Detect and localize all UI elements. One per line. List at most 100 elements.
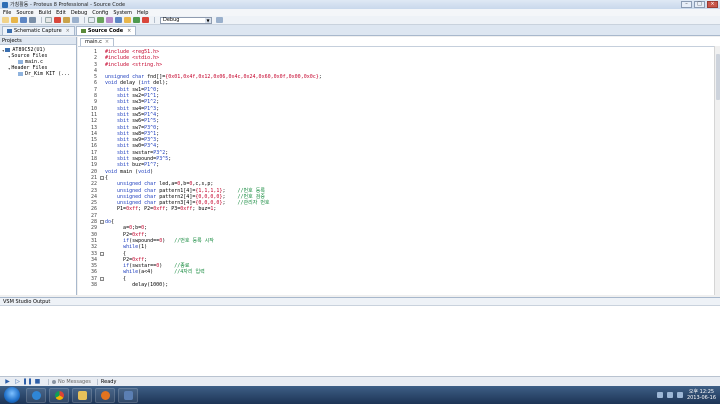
close-project-icon[interactable] [29, 17, 36, 23]
menu-system[interactable]: System [113, 10, 132, 16]
system-tray: 오후 12:25 2013-06-16 [656, 389, 720, 401]
code-text[interactable]: #include <reg51.h> #include <stdio.h> #inc… [105, 49, 322, 288]
line-number-gutter: 1 2 3 4 5 6 7 8 9 10 11 12 13 14 15 16 17 18 19 20 21-22 23 24… [78, 49, 104, 288]
menu-edit[interactable]: Edit [56, 10, 66, 16]
taskbar-proteus[interactable] [118, 387, 138, 403]
h-file-icon [18, 72, 23, 76]
replace-icon[interactable] [106, 17, 113, 23]
cut-icon[interactable] [63, 17, 70, 23]
vsm-output-header: VSM Studio Output [0, 298, 720, 306]
close-tab-icon[interactable]: × [127, 28, 131, 34]
taskbar-ie[interactable] [26, 387, 46, 403]
taskbar-media-player[interactable] [95, 387, 115, 403]
menu-config[interactable]: Config [92, 10, 108, 16]
messages-text: No Messages [58, 378, 91, 385]
collapse-icon[interactable]: ▾ [2, 48, 4, 53]
media-player-icon [100, 390, 110, 400]
fold-toggle-icon[interactable]: - [100, 276, 104, 281]
collapse-icon[interactable]: ▾ [8, 54, 10, 59]
c-file-icon [18, 60, 23, 64]
tray-flag-icon[interactable] [656, 392, 663, 398]
stop-icon[interactable]: ■ [34, 378, 41, 385]
menu-file[interactable]: File [3, 10, 11, 16]
chrome-icon [54, 390, 64, 400]
stop-build-icon[interactable] [142, 17, 149, 23]
home-icon[interactable] [45, 17, 52, 23]
new-file-icon[interactable] [2, 17, 9, 23]
delete-icon[interactable] [54, 17, 61, 23]
tree-label: Dr_Kim KIT (... [25, 71, 71, 77]
tab-label: Source Code [87, 28, 124, 34]
window-title: 가칭활동 - Proteus 8 Professional - Source C… [10, 2, 126, 8]
minimize-button[interactable]: – [681, 1, 692, 8]
toolbar: Debug ▼ [0, 16, 720, 25]
messages-indicator[interactable]: No Messages [48, 378, 91, 385]
close-file-icon[interactable]: × [105, 39, 109, 46]
scrollbar-thumb[interactable] [716, 54, 720, 100]
menu-build[interactable]: Build [39, 10, 52, 16]
settings-icon[interactable] [216, 17, 223, 23]
vertical-scrollbar[interactable] [714, 46, 720, 295]
menu-source[interactable]: Source [16, 10, 33, 16]
toolbar-separator [154, 17, 155, 23]
copy-icon[interactable] [72, 17, 79, 23]
tab-label: Schematic Capture [14, 28, 62, 34]
fold-toggle-icon[interactable]: - [100, 220, 104, 225]
title-bar: 가칭활동 - Proteus 8 Professional - Source C… [0, 0, 720, 9]
chevron-down-icon: ▼ [205, 17, 211, 23]
play-icon[interactable]: ▶ [4, 378, 11, 385]
status-text: Ready [96, 378, 116, 385]
menu-bar: File Source Build Edit Debug Config Syst… [0, 9, 720, 16]
folder-icon [77, 390, 87, 400]
taskbar-explorer[interactable] [72, 387, 92, 403]
fold-toggle-icon[interactable]: - [100, 175, 104, 180]
build-config-select[interactable]: Debug ▼ [160, 16, 212, 24]
message-icon [52, 379, 56, 384]
line-number: 38 [90, 281, 97, 288]
tray-volume-icon[interactable] [676, 392, 683, 398]
close-tab-icon[interactable]: × [66, 28, 70, 34]
proteus-app-icon [2, 1, 8, 8]
vsm-output-panel: VSM Studio Output [0, 297, 720, 376]
code-area[interactable]: 1 2 3 4 5 6 7 8 9 10 11 12 13 14 15 16 17 18 19 20 21-22 23 24… [78, 46, 714, 295]
windows-taskbar: 오후 12:25 2013-06-16 [0, 386, 720, 404]
maximize-button[interactable]: □ [694, 1, 705, 8]
taskbar-chrome[interactable] [49, 387, 69, 403]
build-config-value: Debug [163, 17, 180, 23]
pause-icon[interactable]: ❚❚ [22, 378, 32, 385]
bookmark-icon[interactable] [115, 17, 122, 23]
projects-panel: Projects ▾ AT89C52(U1) ▾ Source Files ma… [0, 37, 77, 295]
file-tab-main-c[interactable]: main.c × [80, 38, 115, 46]
open-folder-icon[interactable] [11, 17, 18, 23]
step-icon[interactable]: ▷ [14, 378, 21, 385]
tree-item-header-file[interactable]: Dr_Kim KIT (... [0, 71, 76, 77]
tray-network-icon[interactable] [666, 392, 673, 398]
toolbar-separator [84, 17, 85, 23]
tab-source-code[interactable]: Source Code × [75, 26, 137, 35]
window-controls: – □ × [681, 1, 718, 8]
clock-date: 2013-06-16 [686, 395, 716, 401]
close-button[interactable]: × [707, 1, 718, 8]
tab-schematic-capture[interactable]: Schematic Capture × [2, 26, 75, 35]
toolbar-separator [41, 17, 42, 23]
schematic-icon [7, 29, 12, 33]
rebuild-icon[interactable] [133, 17, 140, 23]
save-icon[interactable] [20, 17, 27, 23]
ie-icon [31, 390, 41, 400]
start-button[interactable] [4, 387, 20, 403]
status-bar: ▶ ▷ ❚❚ ■ No Messages Ready [0, 376, 720, 386]
document-tabs: Schematic Capture × Source Code × [0, 25, 720, 36]
taskbar-clock[interactable]: 오후 12:25 2013-06-16 [687, 389, 716, 401]
fold-toggle-icon[interactable]: - [100, 251, 104, 256]
menu-help[interactable]: Help [137, 10, 148, 16]
code-line[interactable]: delay(1000); [105, 282, 322, 288]
document-icon[interactable] [88, 17, 95, 23]
menu-debug[interactable]: Debug [71, 10, 87, 16]
find-icon[interactable] [97, 17, 104, 23]
file-tab-label: main.c [85, 39, 102, 45]
build-icon[interactable] [124, 17, 131, 23]
chip-icon [5, 48, 11, 52]
collapse-icon[interactable]: ▾ [8, 66, 10, 71]
project-tree: ▾ AT89C52(U1) ▾ Source Files main.c ▾ He… [0, 45, 76, 77]
source-code-icon [80, 29, 86, 33]
